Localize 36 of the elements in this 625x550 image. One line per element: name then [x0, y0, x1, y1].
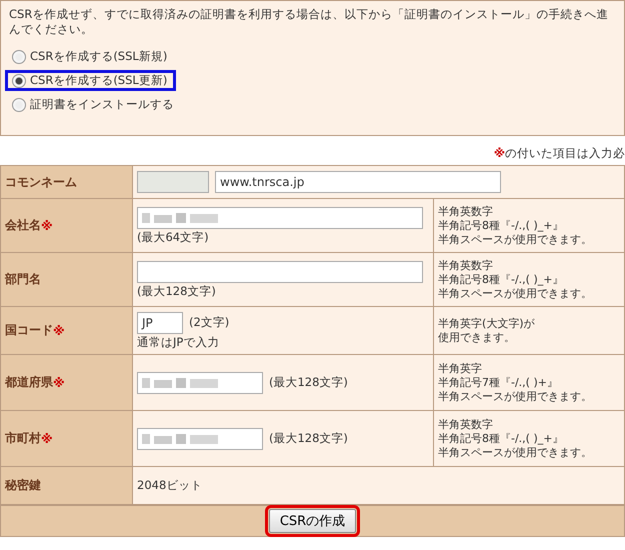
radio-option[interactable]: CSRを作成する(SSL更新): [5, 70, 176, 91]
required-note: の付いた項目は入力必: [505, 146, 625, 161]
field-label: 秘密鍵: [5, 477, 41, 494]
input-field[interactable]: [137, 428, 263, 450]
field-label: 部門名: [5, 271, 41, 288]
required-mark: ※: [53, 324, 65, 338]
field-label: 国コード: [5, 322, 53, 339]
limit-note: (2文字): [189, 315, 230, 330]
required-mark: ※: [41, 432, 53, 446]
required-mark: ※: [41, 218, 53, 232]
required-mark: ※: [494, 146, 505, 161]
limit-note: (最大128文字): [137, 284, 217, 298]
field-label: 都道府県: [5, 374, 53, 391]
radio-option[interactable]: CSRを作成する(SSL新規): [5, 46, 176, 67]
usage-note: 通常はJPで入力: [137, 334, 220, 350]
input-field[interactable]: www.tnrsca.jp: [215, 171, 501, 193]
radio-option[interactable]: 証明書をインストールする: [5, 94, 183, 115]
required-mark: ※: [53, 376, 65, 390]
input-field[interactable]: [137, 372, 263, 394]
hint-text: 半角英字 半角記号7種『-/.,( )+』 半角スペースが使用できます。: [434, 355, 624, 411]
input-field[interactable]: [137, 260, 423, 282]
hint-text: 半角英字(大文字)が 使用できます。: [434, 307, 624, 355]
field-label: 会社名: [5, 217, 41, 234]
limit-note: (最大128文字): [269, 431, 348, 446]
input-field[interactable]: JP: [137, 312, 183, 334]
input-field[interactable]: [137, 206, 423, 228]
field-label: コモンネーム: [5, 174, 77, 190]
intro-text: CSRを作成せず、すでに取得済みの証明書を利用する場合は、以下から「証明書のインストール」の手続きへ進んでください。: [9, 7, 610, 37]
disabled-field: [137, 171, 209, 193]
field-label: 市町村: [5, 430, 41, 447]
hint-text: 半角英数字 半角記号8種『-/.,( )_+』 半角スペースが使用できます。: [434, 253, 624, 307]
hint-text: 半角英数字 半角記号8種『-/.,( )_+』 半角スペースが使用できます。: [434, 411, 624, 467]
limit-note: (最大128文字): [269, 375, 348, 390]
hint-text: 半角英数字 半角記号8種『-/.,( )_+』 半角スペースが使用できます。: [434, 199, 624, 253]
limit-note: (最大64文字): [137, 230, 210, 244]
key-size-text: 2048ビット: [137, 478, 204, 493]
